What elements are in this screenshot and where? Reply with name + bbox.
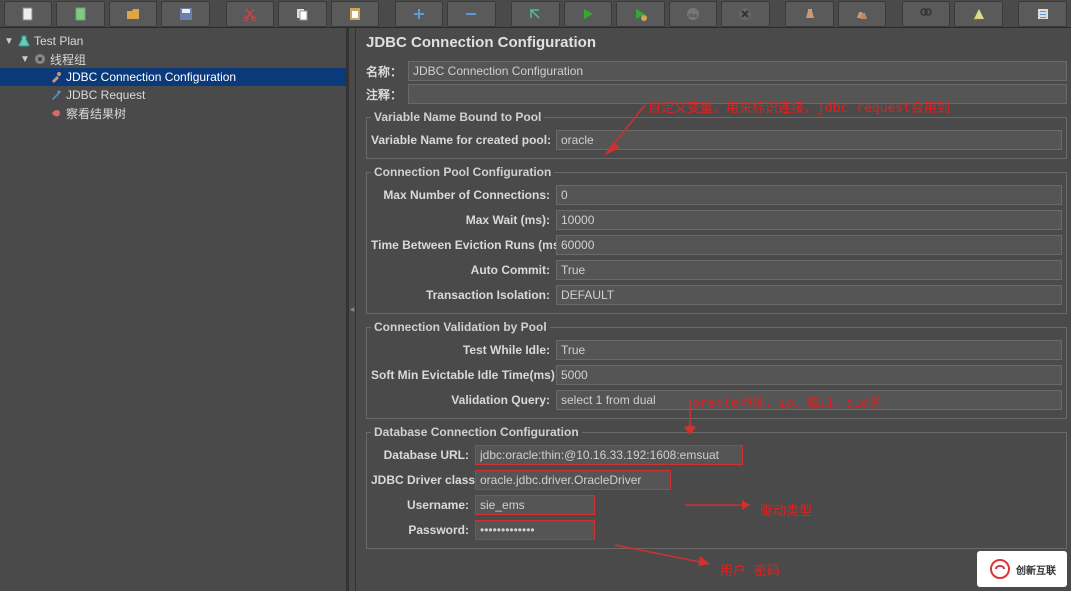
- leaf-icon: [49, 106, 63, 120]
- watermark: 创新互联: [977, 551, 1067, 587]
- db-url-label: Database URL:: [371, 448, 475, 462]
- watermark-text: 创新互联: [1016, 562, 1056, 577]
- tb-options[interactable]: [1018, 1, 1066, 27]
- evict-input[interactable]: [556, 235, 1062, 255]
- logo-icon: [988, 557, 1012, 581]
- test-idle-select[interactable]: [556, 340, 1062, 360]
- content-panel: JDBC Connection Configuration 名称： 注释： Va…: [356, 28, 1071, 591]
- svg-text:stop: stop: [688, 13, 698, 19]
- soft-evict-label: Soft Min Evictable Idle Time(ms):: [371, 368, 556, 382]
- legend: Database Connection Configuration: [371, 425, 582, 439]
- tb-run-remote[interactable]: [616, 1, 664, 27]
- tree-label: JDBC Request: [66, 88, 145, 102]
- pass-input[interactable]: [475, 520, 595, 540]
- tree-panel: ▼ Test Plan ▼ 线程组 JDBC Connection Config…: [0, 28, 348, 591]
- tree-thread-group[interactable]: ▼ 线程组: [0, 50, 346, 68]
- isolation-select[interactable]: [556, 285, 1062, 305]
- tb-cut[interactable]: [226, 1, 274, 27]
- query-label: Validation Query:: [371, 393, 556, 407]
- tb-paste[interactable]: [331, 1, 379, 27]
- user-input[interactable]: [475, 495, 595, 515]
- tree-label: 察看结果树: [66, 105, 126, 122]
- max-conn-label: Max Number of Connections:: [371, 188, 556, 202]
- tb-new[interactable]: [4, 1, 52, 27]
- db-url-input[interactable]: [475, 445, 743, 465]
- name-input[interactable]: [408, 61, 1067, 81]
- tb-debug[interactable]: [511, 1, 559, 27]
- tb-copy[interactable]: [278, 1, 326, 27]
- pass-label: Password:: [371, 523, 475, 537]
- tb-templates[interactable]: [56, 1, 104, 27]
- tree-jdbc-config[interactable]: JDBC Connection Configuration: [0, 68, 346, 86]
- tree-label: Test Plan: [34, 34, 83, 48]
- toolbar: stop: [0, 0, 1071, 28]
- tb-stop[interactable]: stop: [669, 1, 717, 27]
- auto-commit-label: Auto Commit:: [371, 263, 556, 277]
- wrench-icon: [49, 70, 63, 84]
- tb-remove[interactable]: [447, 1, 495, 27]
- tb-function[interactable]: [954, 1, 1002, 27]
- tree-label: 线程组: [50, 51, 86, 68]
- test-idle-label: Test While Idle:: [371, 343, 556, 357]
- tree-toggle-icon[interactable]: ▼: [4, 36, 14, 47]
- comment-label: 注释：: [366, 86, 408, 103]
- comment-input[interactable]: [408, 84, 1067, 104]
- var-name-label: Variable Name for created pool:: [371, 133, 556, 147]
- tb-clear[interactable]: [785, 1, 833, 27]
- pipette-icon: [49, 88, 63, 102]
- name-label: 名称：: [366, 63, 408, 80]
- validation-fieldset: Connection Validation by Pool Test While…: [366, 320, 1067, 419]
- query-input[interactable]: [556, 390, 1062, 410]
- tree-label: JDBC Connection Configuration: [66, 70, 236, 84]
- soft-evict-input[interactable]: [556, 365, 1062, 385]
- max-conn-input[interactable]: [556, 185, 1062, 205]
- tb-shutdown[interactable]: [721, 1, 769, 27]
- tb-clear-all[interactable]: [838, 1, 886, 27]
- db-config-fieldset: Database Connection Configuration Databa…: [366, 425, 1067, 549]
- tb-save[interactable]: [161, 1, 209, 27]
- tree-jdbc-request[interactable]: JDBC Request: [0, 86, 346, 104]
- isolation-label: Transaction Isolation:: [371, 288, 556, 302]
- tb-open[interactable]: [109, 1, 157, 27]
- legend: Connection Validation by Pool: [371, 320, 550, 334]
- tb-add[interactable]: [395, 1, 443, 27]
- tb-find[interactable]: [902, 1, 950, 27]
- splitter[interactable]: ◂: [348, 28, 356, 591]
- pool-binding-fieldset: Variable Name Bound to Pool Variable Nam…: [366, 110, 1067, 159]
- gear-icon: [33, 52, 47, 66]
- tree-toggle-icon[interactable]: ▼: [20, 54, 30, 65]
- evict-label: Time Between Eviction Runs (ms):: [371, 238, 556, 252]
- user-label: Username:: [371, 498, 475, 512]
- tb-run[interactable]: [564, 1, 612, 27]
- flask-icon: [17, 34, 31, 48]
- tree-result-tree[interactable]: 察看结果树: [0, 104, 346, 122]
- legend: Connection Pool Configuration: [371, 165, 554, 179]
- driver-label: JDBC Driver class:: [371, 473, 475, 487]
- max-wait-label: Max Wait (ms):: [371, 213, 556, 227]
- driver-input[interactable]: [475, 470, 671, 490]
- auto-commit-select[interactable]: [556, 260, 1062, 280]
- pool-config-fieldset: Connection Pool Configuration Max Number…: [366, 165, 1067, 314]
- tree-test-plan[interactable]: ▼ Test Plan: [0, 32, 346, 50]
- page-title: JDBC Connection Configuration: [366, 34, 1067, 51]
- legend: Variable Name Bound to Pool: [371, 110, 544, 124]
- max-wait-input[interactable]: [556, 210, 1062, 230]
- var-name-input[interactable]: [556, 130, 1062, 150]
